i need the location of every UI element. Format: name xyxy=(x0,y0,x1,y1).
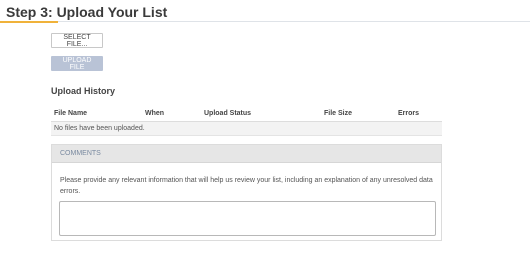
page-title: Step 3: Upload Your List xyxy=(6,4,168,20)
title-accent-underline xyxy=(0,21,58,23)
column-header-upload-status: Upload Status xyxy=(201,108,321,122)
comments-panel: COMMENTS Please provide any relevant inf… xyxy=(51,144,442,241)
comments-textarea[interactable] xyxy=(59,201,436,236)
upload-history-table: File Name When Upload Status File Size E… xyxy=(51,108,442,136)
resize-grip-icon[interactable] xyxy=(426,227,431,232)
column-header-file-name: File Name xyxy=(51,108,142,122)
comments-header: COMMENTS xyxy=(52,145,441,163)
column-header-errors: Errors xyxy=(395,108,442,122)
column-header-file-size: File Size xyxy=(321,108,395,122)
table-row: No files have been uploaded. xyxy=(51,121,442,136)
empty-table-message: No files have been uploaded. xyxy=(51,121,442,136)
upload-history-heading: Upload History xyxy=(51,86,116,96)
select-file-button[interactable]: SELECT FILE... xyxy=(51,33,103,48)
comments-help-text: Please provide any relevant information … xyxy=(60,177,433,195)
table-header-row: File Name When Upload Status File Size E… xyxy=(51,108,442,122)
title-divider xyxy=(0,21,530,22)
column-header-when: When xyxy=(142,108,201,122)
upload-file-button[interactable]: UPLOAD FILE xyxy=(51,56,103,71)
